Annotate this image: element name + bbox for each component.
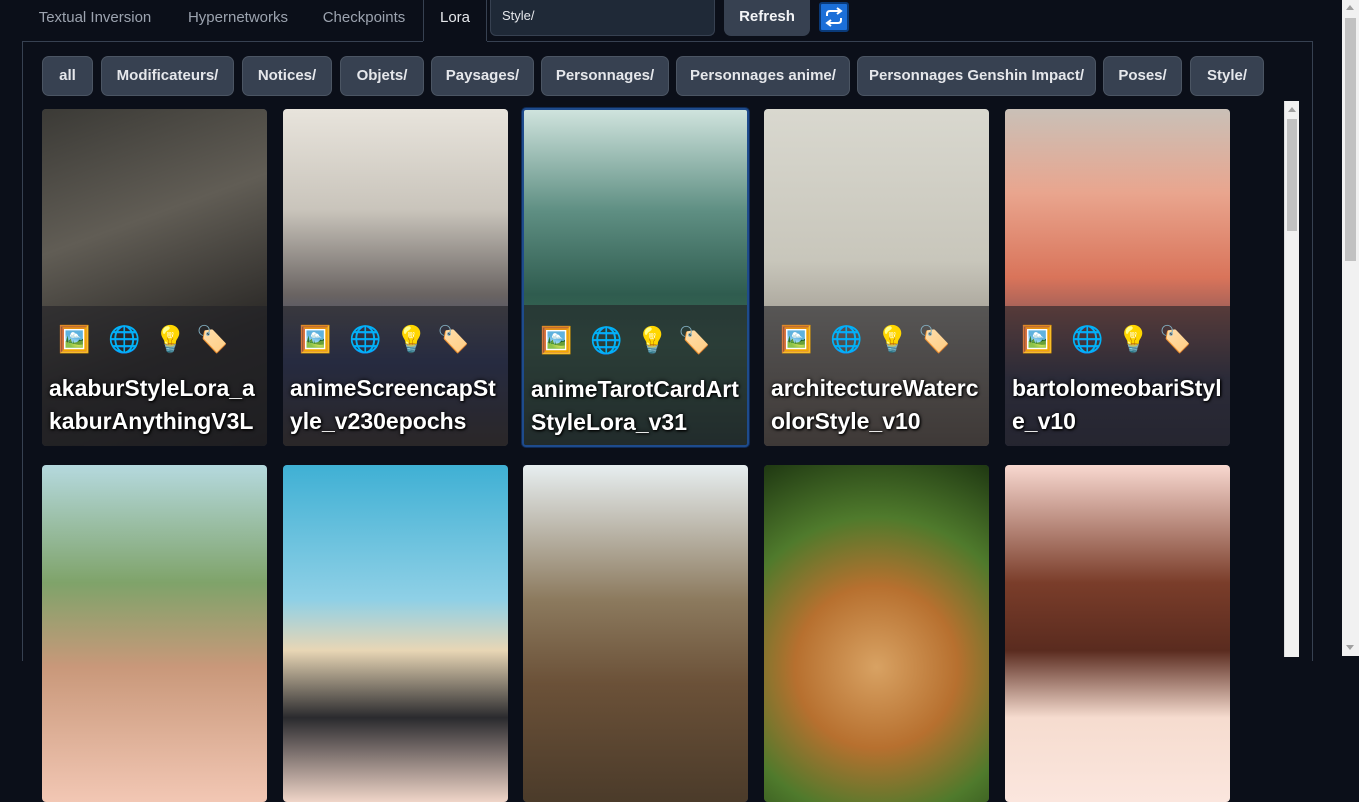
card-name: animeTarotCardArtStyleLora_v31: [531, 376, 739, 435]
sync-button[interactable]: [819, 2, 849, 32]
filter-paysages[interactable]: Paysages/: [431, 56, 534, 96]
image-icon[interactable]: 🖼️: [299, 323, 331, 355]
filter-objets[interactable]: Objets/: [340, 56, 424, 96]
cards-scrollbar-thumb[interactable]: [1287, 119, 1297, 231]
card-preview-image: [283, 465, 508, 802]
tab-checkpoints[interactable]: Checkpoints: [308, 0, 420, 36]
card-preview-image: [523, 465, 748, 802]
image-icon[interactable]: 🖼️: [1021, 323, 1053, 355]
card-preview-image: [42, 465, 267, 802]
globe-icon[interactable]: 🌐: [1071, 323, 1103, 355]
tag-icon[interactable]: 🏷️: [918, 323, 950, 355]
tab-hypernetworks[interactable]: Hypernetworks: [168, 0, 308, 36]
search-input[interactable]: Style/: [490, 0, 715, 36]
lora-card[interactable]: [764, 465, 989, 802]
card-actions: 🖼️ 🌐 💡 🏷️: [1021, 323, 1221, 357]
filter-poses[interactable]: Poses/: [1103, 56, 1182, 96]
card-name: architectureWatercolorStyle_v10: [771, 375, 979, 434]
filter-style[interactable]: Style/: [1190, 56, 1264, 96]
card-actions: 🖼️ 🌐 💡 🏷️: [299, 323, 499, 357]
filter-personnages-genshin-impact[interactable]: Personnages Genshin Impact/: [857, 56, 1096, 96]
lora-card[interactable]: 🖼️ 🌐 💡 🏷️ architectureWatercolorStyle_v1…: [764, 109, 989, 446]
lora-card[interactable]: 🖼️ 🌐 💡 🏷️ bartolomeobariStyle_v10: [1005, 109, 1230, 446]
card-actions: 🖼️ 🌐 💡 🏷️: [540, 324, 740, 358]
card-preview-image: [1005, 465, 1230, 802]
active-tab-gap: [423, 41, 487, 43]
lora-card[interactable]: 🖼️ 🌐 💡 🏷️ animeScreencapStyle_v230epochs: [283, 109, 508, 446]
page-scrollbar[interactable]: [1342, 0, 1359, 656]
lightbulb-icon[interactable]: 💡: [876, 323, 908, 355]
filter-notices[interactable]: Notices/: [242, 56, 332, 96]
lightbulb-icon[interactable]: 💡: [154, 323, 186, 355]
tag-icon[interactable]: 🏷️: [1159, 323, 1191, 355]
page-scroll-up-arrow-icon[interactable]: [1346, 5, 1354, 10]
globe-icon[interactable]: 🌐: [108, 323, 140, 355]
card-name: akaburStyleLora_akaburAnythingV3Lora: [49, 375, 255, 446]
filter-modificateurs[interactable]: Modificateurs/: [101, 56, 234, 96]
refresh-button[interactable]: Refresh: [724, 0, 810, 36]
tab-lora[interactable]: Lora: [423, 0, 487, 42]
card-preview-image: [764, 465, 989, 802]
lora-card[interactable]: [1005, 465, 1230, 802]
scroll-up-arrow-icon[interactable]: [1288, 107, 1296, 112]
filter-all[interactable]: all: [42, 56, 93, 96]
image-icon[interactable]: 🖼️: [540, 324, 572, 356]
tag-icon[interactable]: 🏷️: [196, 323, 228, 355]
filter-personnages[interactable]: Personnages/: [541, 56, 669, 96]
page-scrollbar-thumb[interactable]: [1345, 18, 1356, 261]
cards-scrollbar[interactable]: [1284, 101, 1299, 657]
image-icon[interactable]: 🖼️: [58, 323, 90, 355]
lora-card-selected[interactable]: 🖼️ 🌐 💡 🏷️ animeTarotCardArtStyleLora_v31: [522, 108, 749, 447]
lightbulb-icon[interactable]: 💡: [1117, 323, 1149, 355]
image-icon[interactable]: 🖼️: [780, 323, 812, 355]
card-name: bartolomeobariStyle_v10: [1012, 375, 1222, 434]
globe-icon[interactable]: 🌐: [349, 323, 381, 355]
page-scroll-down-arrow-icon[interactable]: [1346, 645, 1354, 650]
tab-textual-inversion[interactable]: Textual Inversion: [22, 0, 168, 36]
card-actions: 🖼️ 🌐 💡 🏷️: [58, 323, 258, 357]
lora-card[interactable]: 🖼️ 🌐 💡 🏷️ akaburStyleLora_akaburAnything…: [42, 109, 267, 446]
lora-card[interactable]: [42, 465, 267, 802]
tag-icon[interactable]: 🏷️: [437, 323, 469, 355]
filter-personnages-anime[interactable]: Personnages anime/: [676, 56, 850, 96]
tag-icon[interactable]: 🏷️: [678, 324, 710, 356]
globe-icon[interactable]: 🌐: [830, 323, 862, 355]
sync-arrows-icon: [825, 7, 843, 27]
globe-icon[interactable]: 🌐: [590, 324, 622, 356]
card-name: animeScreencapStyle_v230epochs: [290, 375, 496, 434]
lora-card[interactable]: [283, 465, 508, 802]
lightbulb-icon[interactable]: 💡: [636, 324, 668, 356]
card-actions: 🖼️ 🌐 💡 🏷️: [780, 323, 980, 357]
lora-card[interactable]: [523, 465, 748, 802]
lightbulb-icon[interactable]: 💡: [395, 323, 427, 355]
